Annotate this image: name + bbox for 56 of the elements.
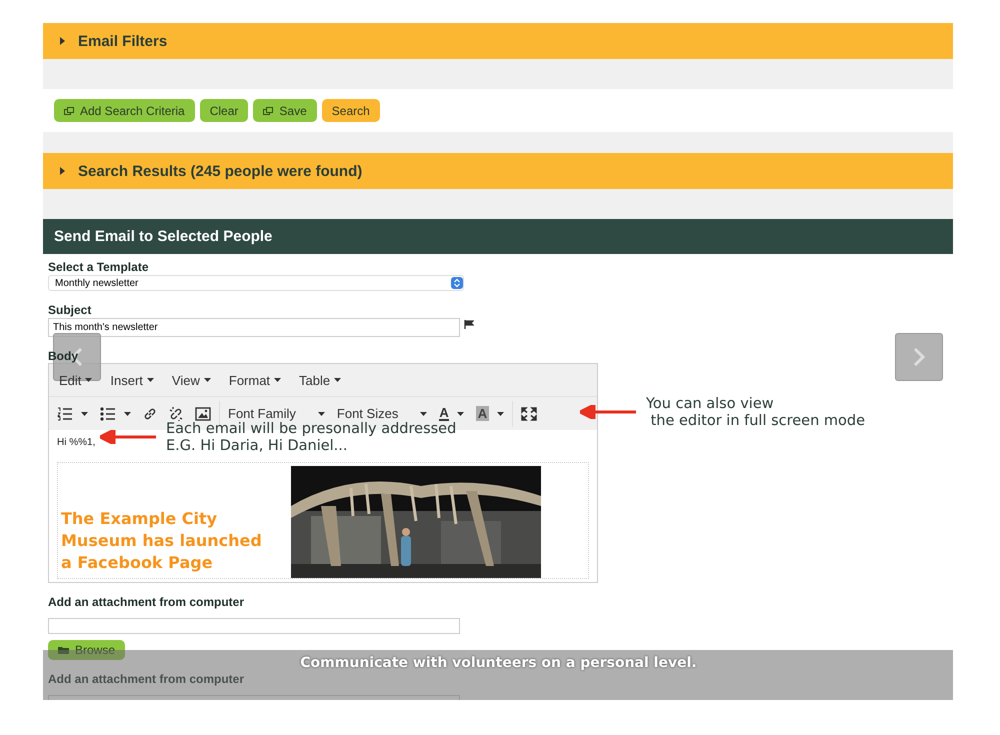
caret-icon[interactable] [124, 412, 131, 416]
bullet-list-icon[interactable] [100, 406, 116, 420]
menu-item[interactable]: Format [228, 372, 282, 388]
greeting-text: Hi %%1, [57, 437, 96, 448]
caret-icon[interactable] [456, 412, 464, 416]
font-dropdown[interactable]: Font Sizes [336, 406, 412, 421]
image-icon[interactable] [195, 406, 211, 420]
caret-icon[interactable] [420, 412, 428, 416]
field-label: Select a Template [48, 260, 150, 274]
annotation-text: Each email will be presonally addressed E.G. Hi Daria, Hi Daniel... [166, 421, 456, 455]
background-color-button[interactable]: A [476, 406, 490, 421]
caption-text: Communicate with volunteers on a personal level. [300, 655, 697, 673]
section-title: Email Filters [78, 32, 168, 50]
link-icon[interactable] [143, 406, 157, 420]
field-label: Subject [48, 303, 92, 317]
caret-icon [146, 378, 154, 382]
headline-text: The Example City Museum has launched a Facebook Page [61, 508, 263, 574]
caret-icon [85, 378, 92, 382]
fullscreen-icon[interactable] [521, 406, 538, 420]
menu-item[interactable]: Insert [110, 372, 154, 388]
flag-icon [464, 320, 474, 329]
caret-icon [204, 378, 211, 382]
menu-item[interactable]: Table [299, 372, 342, 388]
attachment-field[interactable] [48, 618, 460, 634]
unlink-icon[interactable] [169, 406, 183, 420]
arrow-icon [580, 405, 636, 419]
menu-item[interactable]: View [172, 372, 211, 388]
windows-icon [263, 106, 274, 114]
panel-title: Send Email to Selected People [54, 228, 272, 245]
filter-button[interactable]: Clear [200, 99, 248, 122]
subject-field[interactable]: This month's newsletter [48, 318, 460, 337]
caret-icon[interactable] [497, 412, 504, 416]
caret-icon[interactable] [318, 412, 325, 416]
filter-button[interactable]: Add Search Criteria [54, 99, 195, 122]
template-select[interactable]: Monthly newsletter [48, 275, 464, 291]
field-label: Add an attachment from computer [48, 672, 246, 686]
caret-icon [274, 378, 282, 382]
stepper-icon [451, 277, 463, 289]
chevron-right-icon [913, 348, 925, 366]
folder-icon [58, 646, 70, 654]
filter-button[interactable]: Save [253, 99, 317, 122]
caret-icon[interactable] [81, 412, 88, 416]
caret-icon [334, 378, 342, 382]
text-color-button[interactable]: A [439, 406, 449, 421]
section-header[interactable]: Search Results (245 people were found) [43, 153, 953, 189]
field-label: Add an attachment from computer [48, 595, 246, 609]
menu-item[interactable]: Edit [59, 372, 92, 388]
field-label: Body [48, 349, 78, 363]
numbered-list-icon[interactable] [57, 406, 73, 420]
font-dropdown[interactable]: Font Family [228, 406, 310, 421]
windows-icon [64, 106, 74, 114]
section-header[interactable]: Email Filters [43, 23, 953, 59]
filter-button[interactable]: Search [322, 99, 380, 122]
arrow-icon [100, 430, 156, 444]
annotation-text: You can also view the editor in full screen mode [646, 396, 866, 430]
section-title: Search Results (245 people were found) [78, 162, 362, 180]
